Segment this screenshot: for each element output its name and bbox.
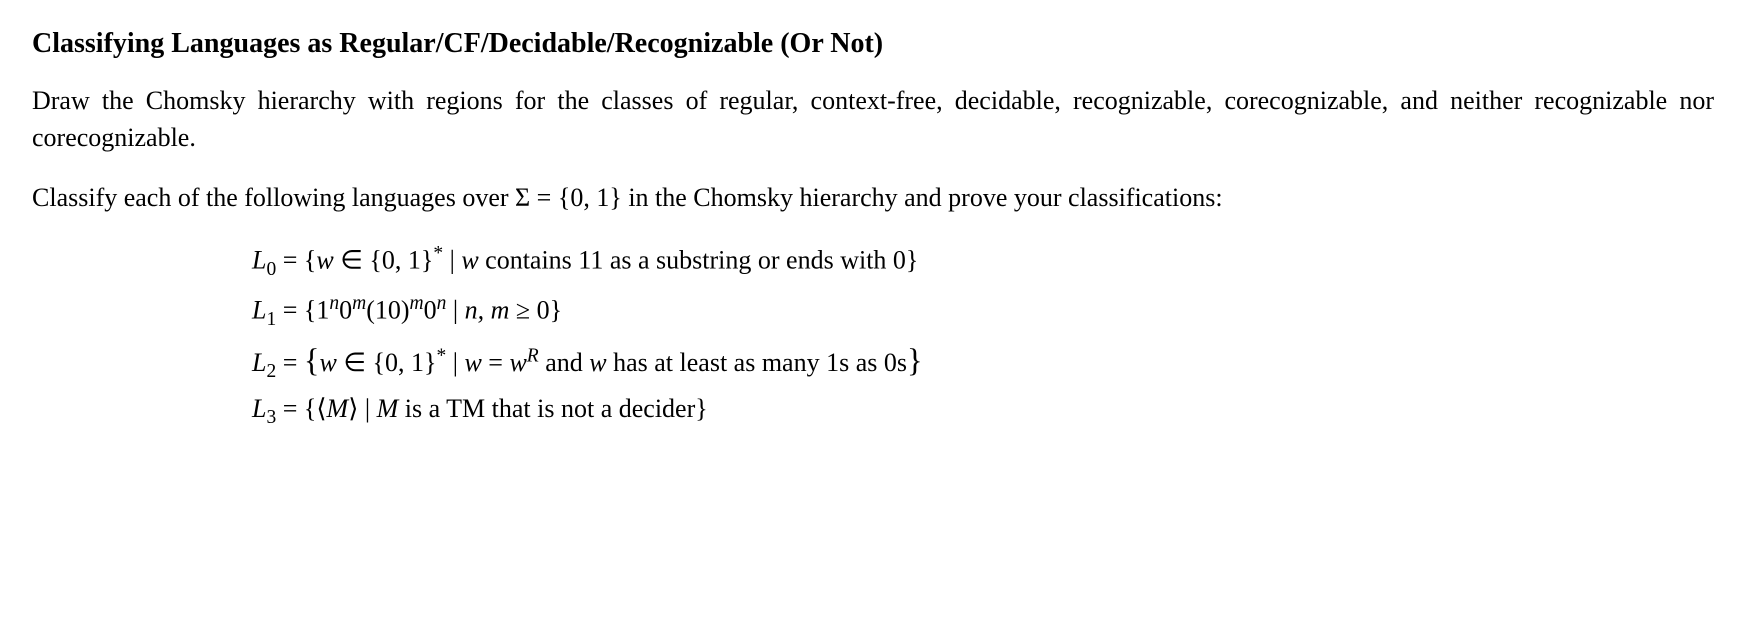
l1-one: 1 (316, 295, 329, 324)
l3-open: { (304, 394, 316, 423)
l2-open: { (304, 343, 320, 379)
l1-bar: | (446, 295, 464, 324)
l1-eq: = (276, 295, 304, 324)
l2-eq: = (276, 348, 304, 377)
l1-nm: n, m (465, 295, 510, 324)
l1-zero2: 0 (424, 295, 437, 324)
l2-in: ∈ (337, 348, 373, 377)
l2-w3: w (509, 348, 526, 377)
l0-bar: | (443, 246, 461, 275)
para2-pre: Classify each of the following languages… (32, 183, 515, 212)
para2-eq: = (530, 183, 558, 212)
l2-set: {0, 1} (373, 348, 437, 377)
l2-star: * (436, 345, 446, 366)
paragraph-2: Classify each of the following languages… (32, 180, 1714, 216)
l1-m2: m (410, 293, 424, 314)
l0-w: w (316, 246, 333, 275)
l1-n1: n (329, 293, 339, 314)
l0-var: L (252, 246, 266, 275)
equation-l2: L2 = {w ∈ {0, 1}* | w = wR and w has at … (252, 339, 1714, 385)
sigma-symbol: Σ (515, 183, 530, 212)
l3-m: M (327, 394, 349, 423)
l0-close: } (906, 246, 918, 275)
equation-l1: L1 = {1n0m(10)m0n | n, m ≥ 0} (252, 290, 1714, 333)
l2-var: L (252, 348, 266, 377)
l3-langle: ⟨ (316, 394, 326, 423)
l1-m1: m (352, 293, 366, 314)
l1-n2: n (437, 293, 447, 314)
l2-text: has at least as many 1s as 0s (607, 348, 907, 377)
l2-sub: 2 (266, 361, 276, 382)
equation-l0: L0 = {w ∈ {0, 1}* | w contains 11 as a s… (252, 240, 1714, 283)
l0-text: contains 11 as a substring or ends with … (479, 246, 906, 275)
equation-block: L0 = {w ∈ {0, 1}* | w contains 11 as a s… (252, 240, 1714, 431)
l2-and: and (539, 348, 590, 377)
l2-close: } (907, 343, 923, 379)
l3-bar: | (358, 394, 376, 423)
l0-in: ∈ (334, 246, 370, 275)
l1-open: { (304, 295, 316, 324)
l3-sub: 3 (266, 407, 276, 428)
para2-set: {0, 1} (558, 183, 622, 212)
l0-star: * (433, 243, 443, 264)
l3-text: is a TM that is not a decider (398, 394, 695, 423)
l2-eq2: = (482, 348, 510, 377)
l0-sub: 0 (266, 259, 276, 280)
l1-zero1: 0 (339, 295, 352, 324)
l2-r: R (527, 345, 539, 366)
l2-w: w (320, 348, 337, 377)
section-heading: Classifying Languages as Regular/CF/Deci… (32, 24, 1714, 63)
l2-w4: w (589, 348, 606, 377)
l0-eq: = (276, 246, 304, 275)
paragraph-1: Draw the Chomsky hierarchy with regions … (32, 83, 1714, 156)
l2-w2: w (464, 348, 481, 377)
l3-eq: = (276, 394, 304, 423)
l1-close: } (550, 295, 562, 324)
l3-var: L (252, 394, 266, 423)
l0-open: { (304, 246, 316, 275)
para2-post: in the Chomsky hierarchy and prove your … (622, 183, 1223, 212)
l1-sub: 1 (266, 308, 276, 329)
equation-l3: L3 = {⟨M⟩ | M is a TM that is not a deci… (252, 391, 1714, 431)
l3-m2: M (377, 394, 399, 423)
l0-set: {0, 1} (369, 246, 433, 275)
l1-ten: (10) (366, 295, 409, 324)
l3-rangle: ⟩ (348, 394, 358, 423)
l1-var: L (252, 295, 266, 324)
l3-close: } (695, 394, 707, 423)
l1-geq: ≥ 0 (509, 295, 549, 324)
l0-w2: w (461, 246, 478, 275)
l2-bar: | (446, 348, 464, 377)
